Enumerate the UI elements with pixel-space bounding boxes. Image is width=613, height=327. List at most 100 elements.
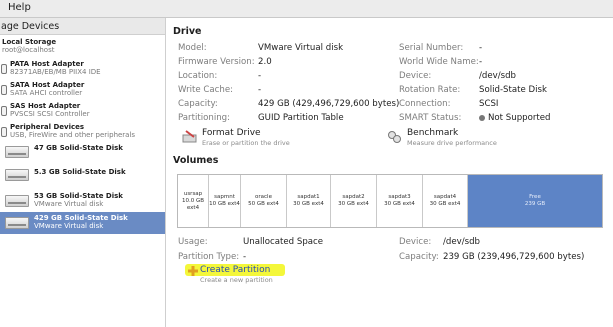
- create-partition-button[interactable]: Create Partition Create a new partition: [188, 265, 273, 284]
- volume-name: oracle: [255, 194, 272, 200]
- sidebar-item-title: Peripheral Devices: [10, 123, 85, 131]
- sidebar-item-disk-47gb[interactable]: 47 GB Solid-State Disk: [0, 140, 165, 160]
- device-label: Device:: [399, 71, 432, 81]
- volume-segment[interactable]: sapdat2 30 GB ext4: [331, 175, 377, 227]
- volume-name: sapmnt: [214, 194, 235, 200]
- volume-name: Free: [529, 194, 541, 200]
- connection-value: SCSI: [479, 99, 499, 109]
- sidebar-item-title: Local Storage: [2, 38, 57, 46]
- rotation-label: Rotation Rate:: [399, 85, 461, 95]
- sidebar-item-sata-adapter[interactable]: SATA Host Adapter SATA AHCI controller: [0, 80, 165, 101]
- free-space-segment[interactable]: Free 239 GB: [468, 175, 602, 227]
- volumes-heading: Volumes: [173, 155, 219, 166]
- sidebar-item-title: 429 GB Solid-State Disk: [34, 214, 128, 222]
- sidebar-item-subtitle: root@localhost: [2, 46, 55, 54]
- volume-capacity-value: 239 GB (239,496,729,600 bytes): [443, 252, 585, 262]
- volume-name: sapdat3: [388, 194, 411, 200]
- volume-segment[interactable]: sapdat1 30 GB ext4: [287, 175, 331, 227]
- format-drive-icon: [182, 130, 197, 143]
- volume-name: usrsap: [183, 190, 203, 197]
- smart-label: SMART Status:: [399, 113, 462, 123]
- adapter-icon: [1, 127, 7, 137]
- adapter-icon: [1, 85, 7, 95]
- volume-size: 239 GB: [524, 201, 546, 207]
- volume-size: 30 GB ext4: [429, 201, 461, 207]
- sidebar-item-disk-429gb[interactable]: 429 GB Solid-State Disk VMware Virtual d…: [0, 212, 165, 234]
- benchmark-button[interactable]: Benchmark Measure drive performance: [387, 128, 497, 147]
- sidebar-item-title: SATA Host Adapter: [10, 81, 85, 89]
- usage-value: Unallocated Space: [243, 237, 324, 247]
- model-label: Model:: [178, 43, 207, 53]
- sidebar-item-subtitle: VMware Virtual disk: [34, 200, 104, 208]
- create-partition-label: Create Partition: [200, 265, 271, 275]
- benchmark-icon: [388, 131, 401, 143]
- sidebar-item-sas-adapter[interactable]: SAS Host Adapter PVSCSI SCSI Controller: [0, 101, 165, 122]
- sidebar-item-pata-adapter[interactable]: PATA Host Adapter 82371AB/EB/MB PIIX4 ID…: [0, 58, 165, 80]
- device-sidebar: age Devices Local Storage root@localhost…: [0, 18, 166, 327]
- volume-size: 30 GB ext4: [384, 201, 415, 207]
- serial-label: Serial Number:: [399, 43, 464, 53]
- volume-segment[interactable]: oracle 50 GB ext4: [241, 175, 287, 227]
- format-drive-button[interactable]: Format Drive Erase or partition the driv…: [182, 128, 290, 147]
- menu-bar: Help: [0, 0, 613, 18]
- volume-map: usrsap 10.0 GB ext4 sapmnt 10 GB ext4 or…: [177, 174, 603, 228]
- sidebar-header: age Devices: [0, 18, 165, 35]
- write-cache-label: Write Cache:: [178, 85, 234, 95]
- volume-device-label: Device:: [399, 237, 432, 247]
- rotation-value: Solid-State Disk: [479, 85, 547, 95]
- location-label: Location:: [178, 71, 218, 81]
- capacity-value: 429 GB (429,496,729,600 bytes): [258, 99, 400, 109]
- sidebar-item-title: 47 GB Solid-State Disk: [34, 144, 123, 152]
- volume-segment[interactable]: sapdat3 30 GB ext4: [377, 175, 423, 227]
- benchmark-label: Benchmark: [407, 128, 459, 138]
- sidebar-item-disk-5-3gb[interactable]: 5.3 GB Solid-State Disk: [0, 160, 165, 186]
- sidebar-item-peripheral-devices[interactable]: Peripheral Devices USB, FireWire and oth…: [0, 122, 165, 140]
- smart-status-dot-icon: [479, 114, 485, 121]
- firmware-value: 2.0: [258, 57, 272, 67]
- partition-type-value: -: [243, 252, 247, 262]
- connection-label: Connection:: [399, 99, 451, 109]
- format-drive-label: Format Drive: [202, 128, 261, 138]
- sidebar-item-title: 5.3 GB Solid-State Disk: [34, 168, 126, 176]
- wwn-label: World Wide Name:: [399, 57, 479, 67]
- menu-help[interactable]: Help: [8, 2, 31, 13]
- sidebar-item-title: SAS Host Adapter: [10, 102, 81, 110]
- volume-segment[interactable]: sapdat4 30 GB ext4: [423, 175, 468, 227]
- volume-device-value: /dev/sdb: [443, 237, 481, 247]
- volume-size: 30 GB ext4: [338, 201, 369, 207]
- smart-value: Not Supported: [488, 113, 551, 123]
- disk-icon: [5, 195, 29, 207]
- partitioning-value: GUID Partition Table: [258, 113, 344, 123]
- volume-size: 50 GB ext4: [248, 201, 279, 207]
- volume-segment[interactable]: sapmnt 10 GB ext4: [209, 175, 241, 227]
- volume-capacity-label: Capacity:: [399, 252, 439, 262]
- volume-name: sapdat2: [342, 194, 365, 200]
- volume-size: 10.0 GB ext4: [181, 197, 205, 211]
- sidebar-item-title: 53 GB Solid-State Disk: [34, 192, 123, 200]
- sidebar-item-subtitle: 82371AB/EB/MB PIIX4 IDE: [10, 68, 101, 76]
- usage-label: Usage:: [178, 237, 208, 247]
- sidebar-item-subtitle: PVSCSI SCSI Controller: [10, 110, 90, 118]
- adapter-icon: [1, 64, 7, 74]
- create-partition-sublabel: Create a new partition: [200, 276, 273, 284]
- volume-segment[interactable]: usrsap 10.0 GB ext4: [178, 175, 209, 227]
- format-drive-sublabel: Erase or partition the drive: [202, 139, 290, 147]
- partition-type-label: Partition Type:: [178, 252, 240, 262]
- sidebar-item-subtitle: VMware Virtual disk: [34, 222, 104, 230]
- firmware-label: Firmware Version:: [178, 57, 255, 67]
- sidebar-item-subtitle: USB, FireWire and other peripherals: [10, 131, 136, 139]
- create-partition-icon: [188, 266, 198, 276]
- location-value: -: [258, 71, 262, 81]
- partitioning-label: Partitioning:: [178, 113, 230, 123]
- sidebar-item-subtitle: SATA AHCI controller: [10, 89, 83, 97]
- disk-icon: [5, 146, 29, 158]
- sidebar-item-disk-53gb[interactable]: 53 GB Solid-State Disk VMware Virtual di…: [0, 190, 165, 212]
- sidebar-item-title: PATA Host Adapter: [10, 60, 84, 68]
- volume-size: 30 GB ext4: [293, 201, 324, 207]
- drive-details-panel: Drive Model: VMware Virtual disk Firmwar…: [166, 18, 613, 327]
- volume-name: sapdat4: [433, 194, 457, 200]
- disk-icon: [5, 217, 29, 229]
- sidebar-item-local-storage[interactable]: Local Storage root@localhost: [0, 35, 165, 58]
- device-value: /dev/sdb: [479, 71, 517, 81]
- smart-status: Not Supported: [479, 113, 551, 123]
